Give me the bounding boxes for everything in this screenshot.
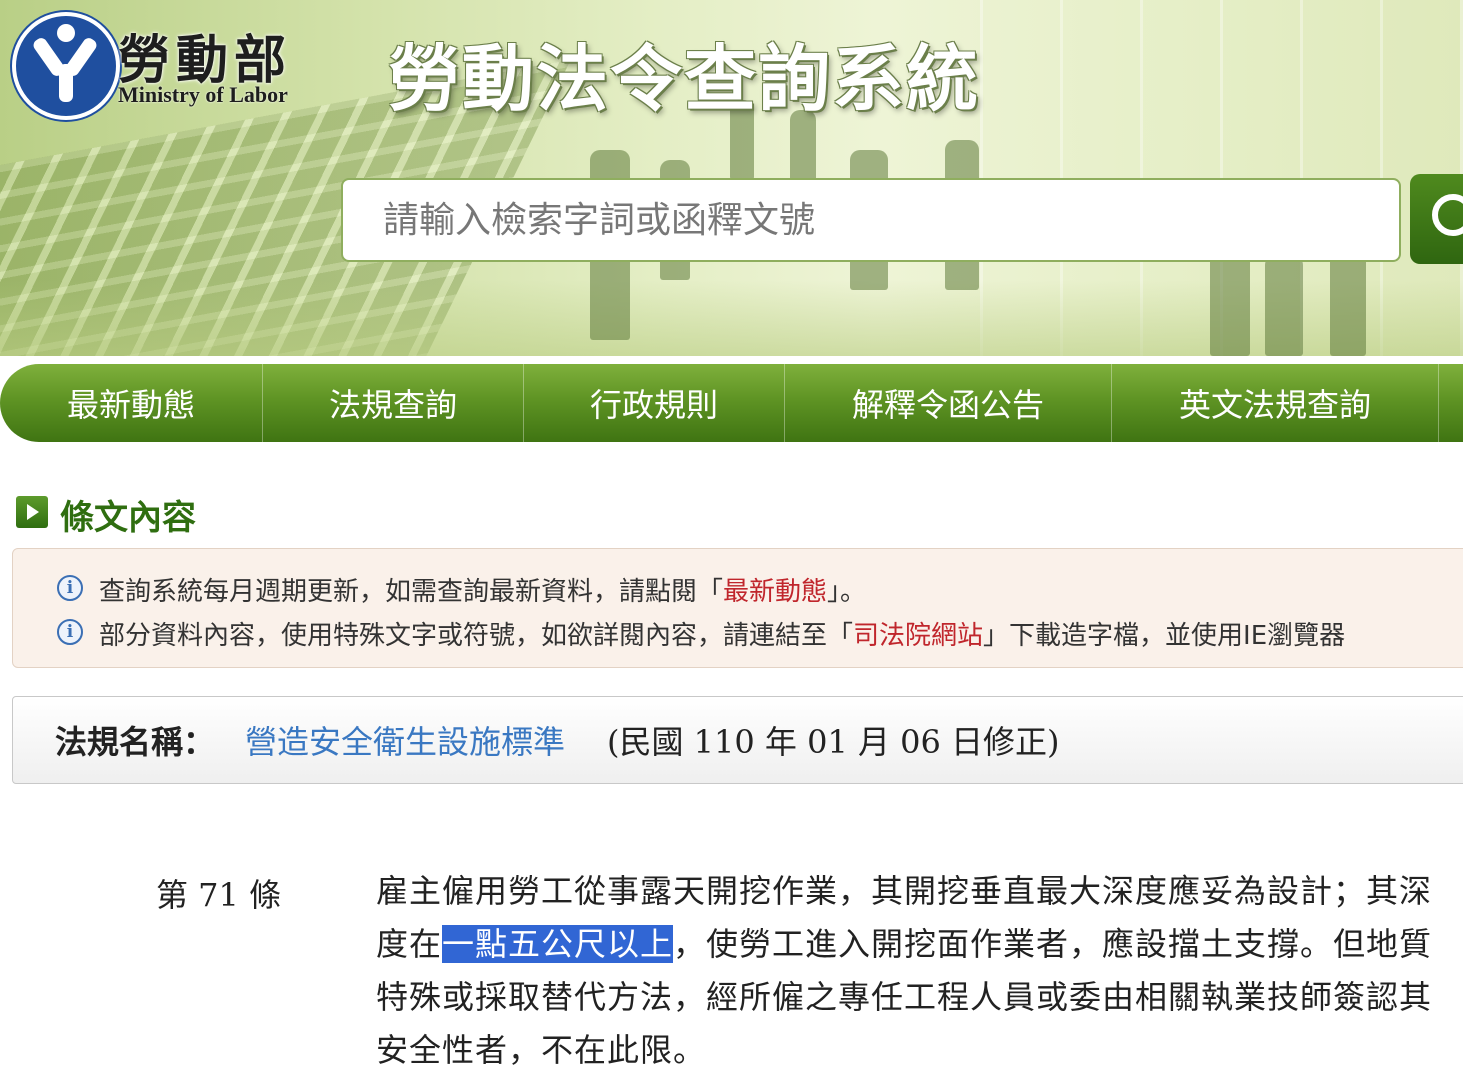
- article-text: 度在: [376, 925, 443, 963]
- judicial-yuan-link[interactable]: 司法院網站: [853, 621, 983, 651]
- law-name-bar: 法規名稱： 營造安全衛生設施標準 (民國 110 年 01 月 06 日修正): [12, 696, 1463, 784]
- latest-news-link[interactable]: 最新動態: [723, 577, 827, 607]
- article-text: ，使勞工進入開挖面作業者，應設擋土支撐。但地質: [673, 925, 1433, 963]
- notice-text: 」。: [827, 577, 867, 607]
- notice-text: 查詢系統每月週期更新，如需查詢最新資料，請點閱「: [99, 577, 724, 607]
- info-icon: i: [57, 575, 83, 601]
- notice-line: 查詢系統每月週期更新，如需查詢最新資料，請點閱「最新動態」。: [99, 571, 866, 608]
- article-text-line: 度在一點五公尺以上，使勞工進入開挖面作業者，應設擋土支撐。但地質: [376, 919, 1432, 965]
- law-name-label: 法規名稱：: [55, 723, 216, 761]
- article-text-line: 安全性者，不在此限。: [376, 1031, 707, 1069]
- section-arrow-icon: [16, 496, 48, 528]
- nav-item-interpretations[interactable]: 解釋令函公告: [785, 364, 1112, 442]
- article-text-line: 特殊或採取替代方法，經所僱之專任工程人員或委由相關執業技師簽認其: [376, 978, 1433, 1016]
- law-name-link[interactable]: 營造安全衛生設施標準: [245, 717, 565, 763]
- search-input[interactable]: [341, 178, 1401, 262]
- section-title: 條文內容: [60, 498, 196, 538]
- info-icon: i: [57, 619, 83, 645]
- search-button[interactable]: [1410, 174, 1463, 264]
- article-text-line: 雇主僱用勞工從事露天開挖作業，其開挖垂直最大深度應妥為設計；其深: [376, 872, 1433, 910]
- ministry-name-en[interactable]: Ministry of Labor: [118, 82, 288, 108]
- article-number: 第 71 條: [156, 876, 282, 914]
- notice-box: i 查詢系統每月週期更新，如需查詢最新資料，請點閱「最新動態」。 i 部分資料內…: [12, 548, 1463, 668]
- search-icon: [1432, 194, 1463, 236]
- person-silhouette: [1265, 255, 1303, 356]
- law-amendment-date: (民國 110 年 01 月 06 日修正): [607, 723, 1060, 761]
- system-title: 勞動法令查詢系統: [388, 36, 981, 121]
- selected-text-highlight[interactable]: 一點五公尺以上: [442, 925, 674, 963]
- ministry-logo-icon[interactable]: [12, 12, 120, 120]
- notice-line: 部分資料內容，使用特殊文字或符號，如欲詳閱內容，請連結至「司法院網站」下載造字檔…: [99, 615, 1345, 652]
- nav-item-administrative-rules[interactable]: 行政規則: [524, 364, 785, 442]
- nav-item-english-law-search[interactable]: 英文法規查詢: [1112, 364, 1439, 442]
- notice-text: 部分資料內容，使用特殊文字或符號，如欲詳閱內容，請連結至「: [99, 621, 854, 651]
- nav-item-law-search[interactable]: 法規查詢: [263, 364, 524, 442]
- person-silhouette: [1210, 250, 1250, 356]
- notice-text: 」下載造字檔，並使用IE瀏覽器: [983, 621, 1346, 651]
- main-nav: 最新動態 法規查詢 行政規則 解釋令函公告 英文法規查詢: [0, 364, 1463, 442]
- person-silhouette: [1330, 250, 1366, 356]
- nav-item-latest-news[interactable]: 最新動態: [0, 364, 263, 442]
- site-banner: 勞動部 Ministry of Labor 勞動法令查詢系統: [0, 0, 1463, 356]
